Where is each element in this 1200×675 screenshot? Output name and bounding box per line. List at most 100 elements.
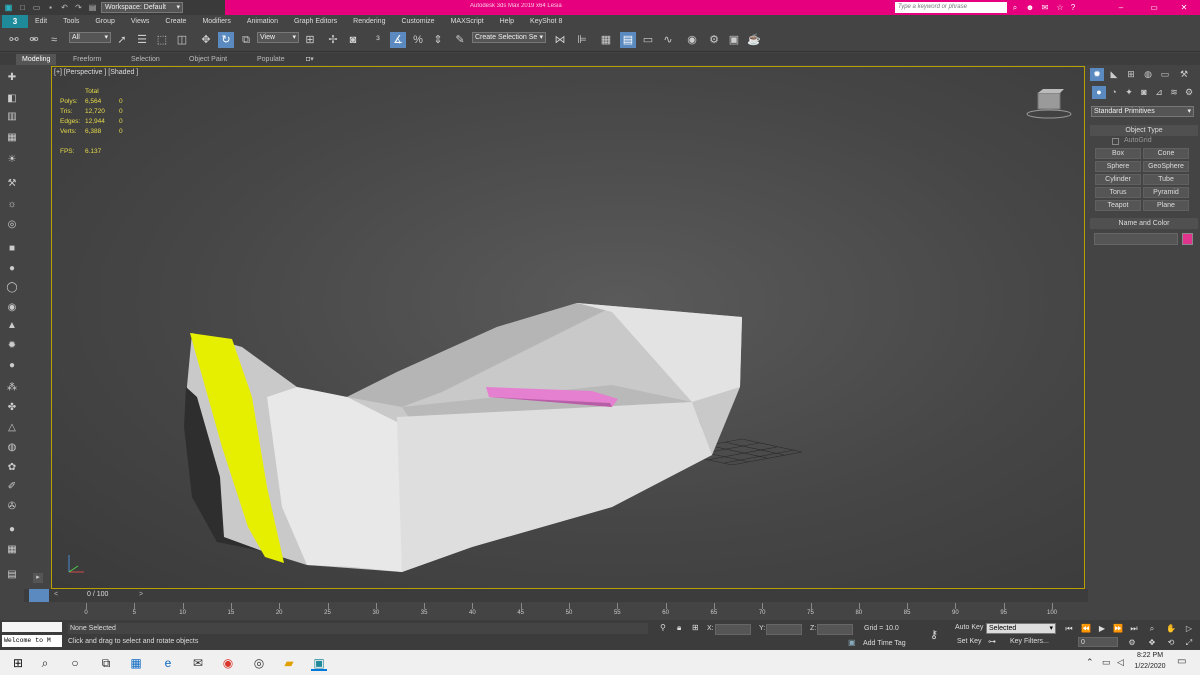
orbit-subobject-icon[interactable]: ⟲ [1164,637,1178,648]
z-coordinate-input[interactable] [817,624,853,635]
viewport-layout-icon[interactable]: ▤ [4,568,20,582]
render-frame-icon[interactable]: ▣ [726,32,742,48]
zoom-icon[interactable]: ⌕ [1145,623,1159,634]
search-icon[interactable]: ⌕ [37,655,53,671]
boat-model[interactable] [184,303,742,572]
tools-icon[interactable]: ✇ [4,500,20,514]
play-icon[interactable]: ▶ [1095,623,1109,634]
object-type-rollout-header[interactable]: Object Type [1090,125,1198,136]
goto-start-icon[interactable]: ⏮ [1062,623,1076,634]
key-mode-dropdown[interactable]: Selected [986,623,1056,634]
menu-maxscript[interactable]: MAXScript [451,15,484,28]
utilities-icon[interactable]: ⚒ [4,177,20,191]
pyramid-button[interactable]: Pyramid [1143,187,1189,198]
time-next-arrow[interactable]: > [139,591,143,598]
workspace-dropdown[interactable]: Workspace: Default [101,2,183,13]
x-coordinate-input[interactable] [715,624,751,635]
teapot-primitive-icon[interactable]: ● [4,359,20,373]
y-coordinate-input[interactable] [766,624,802,635]
helper-icon[interactable]: ✿ [4,461,20,475]
menu-help[interactable]: Help [500,15,514,28]
rect-selection-icon[interactable]: ⬚ [154,32,170,48]
spacewarps-icon[interactable]: ≋ [1167,86,1181,99]
ribbon-options-icon[interactable]: ◘▾ [300,54,320,65]
selection-lock-icon[interactable]: 🔒︎ [677,623,681,633]
cameras-icon[interactable]: ◙ [1137,86,1151,99]
helpers-icon[interactable]: ⊿ [1152,86,1166,99]
menu-keyshot[interactable]: KeyShot 8 [530,15,562,28]
spinner-snap-icon[interactable]: ⇕ [430,32,446,48]
ribbon-toggle-icon[interactable]: ▭ [640,32,656,48]
render-teapot-icon[interactable]: ☕ [746,32,762,48]
keyboard-shortcut-icon[interactable]: ✢ [325,32,341,48]
orbit-icon[interactable]: ✋ [1164,623,1178,634]
media-player-icon[interactable]: ◎ [251,655,267,671]
pan-icon[interactable]: ✥ [1145,637,1159,648]
minimize-icon[interactable]: – [1105,0,1137,15]
select-manipulate-icon[interactable]: ◙ [345,32,361,48]
edit-named-selection-icon[interactable]: ✎ [452,32,468,48]
display-tab-icon[interactable]: ▭ [1158,68,1172,81]
move-icon[interactable]: ✥ [198,32,214,48]
notifications-icon[interactable]: ▭ [1177,656,1186,667]
dynamics-icon[interactable]: ✤ [4,401,20,415]
plane-button[interactable]: Plane [1143,200,1189,211]
time-config-icon[interactable]: ⚙ [1125,637,1139,648]
select-object-icon[interactable]: ➚ [114,32,130,48]
pyramid-icon[interactable]: △ [4,421,20,435]
menu-tools[interactable]: Tools [63,15,79,28]
help-search-input[interactable]: Type a keyword or phrase [895,2,1007,13]
prev-frame-icon[interactable]: ⏪ [1079,623,1093,634]
clock-date[interactable]: 1/22/2020 [1130,663,1170,670]
search-icon[interactable]: ⌕ [1010,2,1020,13]
close-icon[interactable]: ✕ [1168,0,1200,15]
tab-populate[interactable]: Populate [251,54,291,65]
named-selection-set-dropdown[interactable]: Create Selection Se [472,32,546,43]
help-icon[interactable]: ? [1068,2,1078,13]
sphere-primitive-icon[interactable]: ● [4,262,20,276]
scale-icon[interactable]: ⧉ [238,32,254,48]
menu-create[interactable]: Create [165,15,186,28]
menu-views[interactable]: Views [131,15,150,28]
percent-snap-icon[interactable]: % [410,32,426,48]
isolate-icon[interactable]: ⚲ [660,623,666,632]
align-icon[interactable]: ⊫ [574,32,590,48]
tab-object-paint[interactable]: Object Paint [183,54,233,65]
render-sphere-icon[interactable]: ● [4,523,20,537]
geosphere-button[interactable]: GeoSphere [1143,161,1189,172]
save-file-icon[interactable]: ▪ [45,3,56,13]
chrome-icon[interactable]: ◉ [220,655,236,671]
undo-icon[interactable]: ↶ [59,3,70,13]
material-editor-icon[interactable]: ◉ [684,32,700,48]
perspective-viewport[interactable]: [+] [Perspective ] [Shaded ] Total Polys… [51,66,1085,589]
time-slider-bar[interactable]: < 0 / 100 > [24,589,1088,602]
maxscript-listener-input[interactable]: Welcome to M [2,635,62,647]
rotate-icon[interactable]: ↻ [218,32,234,48]
user-account-icon[interactable]: ☻ [1025,2,1035,13]
mirror-icon[interactable]: ⋈ [552,32,568,48]
unlink-icon[interactable]: ⚮ [26,32,42,48]
bind-spacewarp-icon[interactable]: ≈ [46,32,62,48]
motion-tab-icon[interactable]: ◍ [1141,68,1155,81]
box-primitive-icon[interactable]: ■ [4,242,20,256]
render-setup-icon[interactable]: ⚙ [706,32,722,48]
communication-center-icon[interactable]: ✉ [1040,2,1050,13]
torus-button[interactable]: Torus [1095,187,1141,198]
file-explorer-icon[interactable]: ▰ [281,655,297,671]
tab-freeform[interactable]: Freeform [67,54,107,65]
key-filters-button[interactable]: Key Filters... [1010,638,1049,645]
sun-light-icon[interactable]: ✹ [4,339,20,353]
menu-modifiers[interactable]: Modifiers [202,15,230,28]
windows-start-icon[interactable]: ⊞ [10,655,26,671]
menu-customize[interactable]: Customize [401,15,434,28]
menu-graph-editors[interactable]: Graph Editors [294,15,337,28]
new-file-icon[interactable]: □ [17,3,28,13]
utilities-tab-icon[interactable]: ⚒ [1177,68,1191,81]
tube-button[interactable]: Tube [1143,174,1189,185]
cone-primitive-icon[interactable]: ▲ [4,319,20,333]
geosphere-icon[interactable]: ◉ [4,301,20,315]
object-color-swatch[interactable] [1182,233,1193,245]
angle-snap-icon[interactable]: ∡ [390,32,406,48]
grid-icon[interactable]: ▦ [4,543,20,557]
store-icon[interactable]: ▦ [128,655,144,671]
